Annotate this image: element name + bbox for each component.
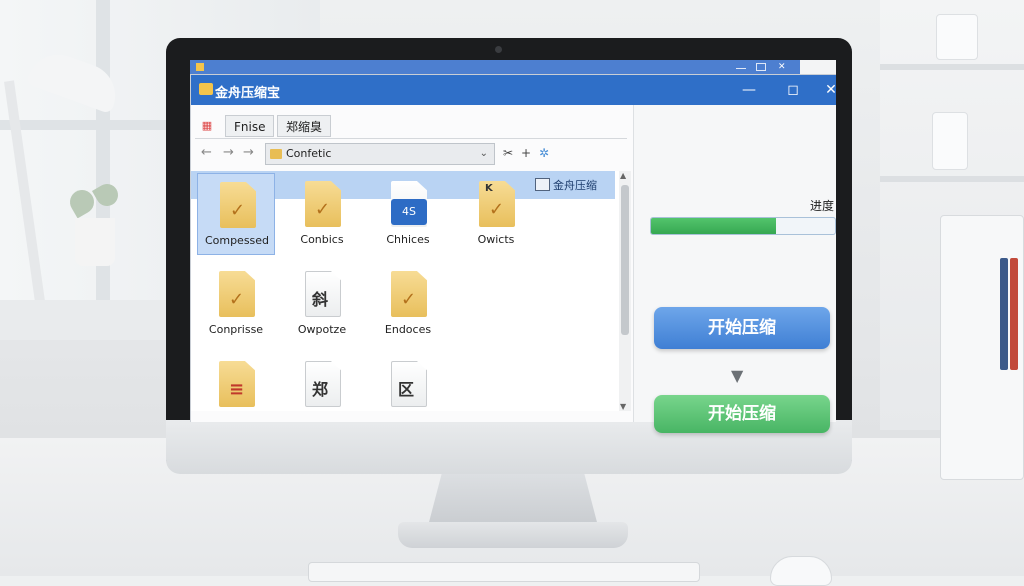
progress-bar: [650, 217, 836, 235]
file-item[interactable]: K ✓ Owicts: [457, 173, 535, 255]
start-compress-confirm-button[interactable]: 开始压缩: [654, 395, 830, 433]
binder-file: [1010, 258, 1018, 370]
app-logo-icon: [199, 83, 213, 95]
back-button[interactable]: ←: [201, 145, 212, 160]
document-icon: 斜: [305, 271, 341, 317]
file-list: 金舟压缩 ✓ Compessed ✓ Conbics 4S Chhices K …: [191, 171, 619, 411]
badge-text: 4S: [391, 199, 427, 225]
document-glyph: 区: [398, 380, 415, 399]
titlebar: 金舟压缩宝 — ◻ ✕: [191, 75, 836, 105]
scroll-thumb[interactable]: [621, 185, 629, 335]
scrollbar[interactable]: ▲ ▼: [619, 171, 631, 411]
side-table: [0, 300, 170, 340]
grid-view-icon[interactable]: ▦: [195, 115, 219, 137]
shelf-box: [936, 14, 978, 60]
document-icon: 郑: [305, 361, 341, 407]
address-path: Confetic: [286, 147, 332, 160]
file-name: Endoces: [384, 323, 432, 336]
close-button[interactable]: ✕: [817, 79, 836, 101]
address-row: ← → → Confetic ⌄ ✂ + ✲: [195, 143, 627, 167]
folder-zip-icon: ✓: [220, 182, 256, 228]
file-name: Owicts: [477, 233, 515, 246]
monitor-stand: [428, 474, 598, 526]
document-glyph: 郑: [312, 380, 329, 399]
progress-label: 进度: [810, 199, 835, 213]
shelf-board: [880, 176, 1024, 182]
file-name: Conprisse: [208, 323, 264, 336]
file-name: Compessed: [204, 234, 270, 247]
folder-zip-icon: K ✓: [479, 181, 515, 227]
plus-icon[interactable]: +: [521, 146, 531, 160]
chevron-down-icon: ▼: [731, 366, 744, 385]
folder-zip-icon: ✓: [305, 181, 341, 227]
mouse: [770, 556, 832, 586]
archive-badge-icon: 4S: [391, 181, 427, 227]
maximize-button[interactable]: ◻: [779, 79, 807, 101]
app-title: 金舟压缩宝: [215, 86, 281, 101]
maximize-icon[interactable]: [756, 63, 766, 71]
chevron-down-icon[interactable]: ⌄: [480, 144, 488, 164]
start-compress-button[interactable]: 开始压缩: [654, 307, 830, 349]
folder-zip-icon: ✓: [219, 271, 255, 317]
tab-bar: ▦ Fnise 郑缩臭: [195, 115, 627, 139]
compress-label[interactable]: 金舟压缩: [535, 177, 597, 193]
file-name: Chhices: [386, 233, 430, 246]
binder-file: [1000, 258, 1008, 370]
shelf-box: [932, 112, 968, 170]
camera: [495, 46, 502, 53]
file-item[interactable]: 4S Chhices: [369, 173, 447, 255]
address-bar[interactable]: Confetic ⌄: [265, 143, 495, 165]
up-button[interactable]: →: [243, 145, 254, 160]
folder-zip-icon: ≡: [219, 361, 255, 407]
plant-pot: [75, 218, 115, 266]
document-glyph: 斜: [312, 290, 329, 309]
scissors-icon[interactable]: ✂: [503, 146, 513, 160]
settings-icon[interactable]: ✲: [539, 146, 549, 160]
background-window-titlebar: ✕: [190, 60, 800, 74]
scroll-up-icon[interactable]: ▲: [620, 171, 626, 180]
file-name: Owpotze: [297, 323, 347, 336]
file-item[interactable]: 郑: [283, 353, 361, 411]
scroll-down-icon[interactable]: ▼: [620, 402, 626, 411]
folder-icon: [270, 149, 282, 159]
app-icon: [196, 63, 204, 71]
file-item[interactable]: ✓ Conbics: [283, 173, 361, 255]
shelf-board: [880, 64, 1024, 70]
file-item[interactable]: ✓ Conprisse: [197, 263, 275, 345]
tab-fnise[interactable]: Fnise: [225, 115, 275, 137]
minimize-icon[interactable]: [736, 63, 746, 69]
tab-compress[interactable]: 郑缩臭: [277, 115, 332, 137]
badge-text: K: [485, 183, 493, 194]
forward-button[interactable]: →: [223, 145, 234, 160]
file-item[interactable]: 斜 Owpotze: [283, 263, 361, 345]
close-icon[interactable]: ✕: [778, 63, 788, 72]
file-item[interactable]: ✓ Endoces: [369, 263, 447, 345]
monitor-base: [398, 522, 628, 548]
minimize-button[interactable]: —: [735, 79, 763, 101]
keyboard: [308, 562, 700, 582]
document-icon: 区: [391, 361, 427, 407]
folder-zip-icon: ✓: [391, 271, 427, 317]
file-item[interactable]: ✓ Compessed: [197, 173, 275, 255]
file-item[interactable]: ≡: [197, 353, 275, 411]
file-name: Conbics: [300, 233, 344, 246]
progress-fill: [651, 218, 777, 234]
file-item[interactable]: 区: [369, 353, 447, 411]
